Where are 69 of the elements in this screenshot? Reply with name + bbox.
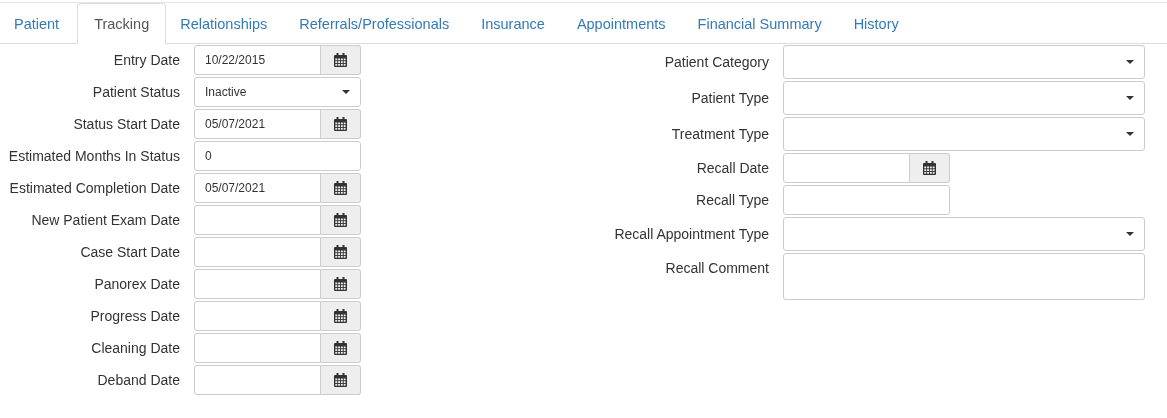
- select-field[interactable]: [783, 81, 1145, 115]
- field-label: Progress Date: [89, 308, 181, 324]
- calendar-icon: [923, 161, 936, 175]
- field-label: Estimated Completion Date: [8, 180, 181, 196]
- calendar-button[interactable]: [321, 173, 361, 203]
- field-label: Patient Category: [663, 54, 770, 70]
- calendar-button[interactable]: [321, 333, 361, 363]
- date-field[interactable]: 10/22/2015: [194, 45, 321, 75]
- field-label: Recall Type: [695, 192, 770, 208]
- date-field[interactable]: 05/07/2021: [194, 173, 321, 203]
- tab[interactable]: Referrals/Professionals: [285, 3, 468, 44]
- comment-field[interactable]: [783, 253, 1145, 300]
- field-label: Patient Status: [91, 84, 181, 100]
- field-label: Status Start Date: [72, 116, 181, 132]
- field-label: Patient Type: [690, 90, 770, 106]
- date-field[interactable]: 05/07/2021: [194, 109, 321, 139]
- calendar-button[interactable]: [321, 365, 361, 395]
- field-label: Recall Comment: [664, 259, 770, 276]
- calendar-icon: [334, 245, 347, 259]
- select-field[interactable]: [783, 217, 1145, 251]
- field-label: Panorex Date: [93, 276, 181, 292]
- field-label: Recall Appointment Type: [613, 226, 770, 242]
- field-label: Treatment Type: [670, 126, 770, 142]
- tab[interactable]: Financial Summary: [683, 3, 840, 44]
- tab[interactable]: Patient: [0, 3, 78, 44]
- tab[interactable]: Tracking: [77, 3, 167, 44]
- field-label: New Patient Exam Date: [30, 212, 181, 228]
- calendar-button[interactable]: [910, 153, 950, 183]
- date-field[interactable]: [194, 301, 321, 331]
- calendar-icon: [334, 117, 347, 131]
- calendar-icon: [334, 277, 347, 291]
- caret-icon: [1126, 232, 1134, 236]
- tab[interactable]: Relationships: [166, 3, 286, 44]
- caret-icon: [1126, 96, 1134, 100]
- date-field[interactable]: [194, 237, 321, 267]
- caret-icon: [1126, 60, 1134, 64]
- calendar-button[interactable]: [321, 237, 361, 267]
- calendar-icon: [334, 213, 347, 227]
- calendar-icon: [334, 181, 347, 195]
- tab[interactable]: Insurance: [467, 3, 563, 44]
- calendar-button[interactable]: [321, 109, 361, 139]
- field-label: Recall Date: [695, 160, 770, 176]
- calendar-button[interactable]: [321, 269, 361, 299]
- select-field[interactable]: [783, 117, 1145, 151]
- calendar-button[interactable]: [321, 45, 361, 75]
- date-field[interactable]: [194, 333, 321, 363]
- tab[interactable]: Appointments: [562, 3, 684, 44]
- field-label: Estimated Months In Status: [7, 148, 181, 164]
- date-field[interactable]: [783, 153, 910, 183]
- field-label: Deband Date: [96, 372, 181, 388]
- field-label: Case Start Date: [79, 244, 181, 260]
- date-field[interactable]: [194, 205, 321, 235]
- text-field[interactable]: 0: [194, 141, 361, 171]
- date-field[interactable]: [194, 269, 321, 299]
- calendar-icon: [334, 341, 347, 355]
- caret-icon: [1126, 132, 1134, 136]
- calendar-icon: [334, 309, 347, 323]
- tab[interactable]: History: [839, 3, 917, 44]
- field-label: Entry Date: [112, 52, 181, 68]
- calendar-button[interactable]: [321, 301, 361, 331]
- calendar-icon: [334, 373, 347, 387]
- date-field[interactable]: [194, 365, 321, 395]
- select-field[interactable]: Inactive: [194, 77, 361, 107]
- text-field[interactable]: [783, 185, 950, 215]
- field-label: Cleaning Date: [90, 340, 181, 356]
- calendar-icon: [334, 53, 347, 67]
- caret-icon: [342, 90, 350, 94]
- calendar-button[interactable]: [321, 205, 361, 235]
- select-field[interactable]: [783, 45, 1145, 79]
